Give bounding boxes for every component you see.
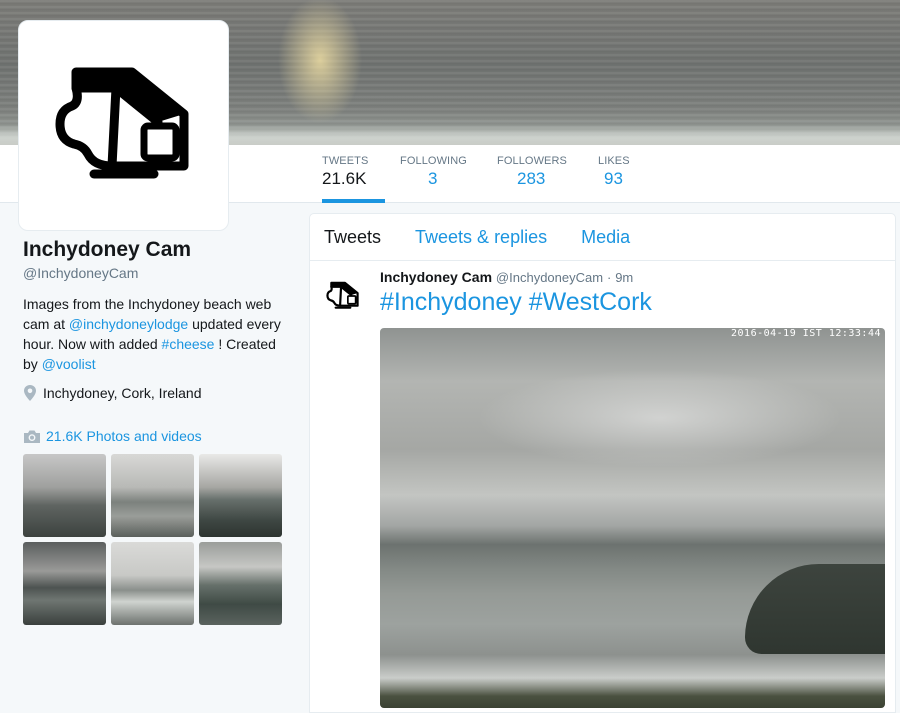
- stat-likes-value: 93: [604, 169, 623, 188]
- stat-likes[interactable]: LIKES 93: [598, 145, 638, 203]
- bio-mention-voolist[interactable]: @voolist: [42, 356, 96, 372]
- stat-followers[interactable]: FOLLOWERS 283: [497, 145, 571, 203]
- image-foreground-grass: [380, 678, 885, 708]
- profile-card: Inchydoney Cam @InchydoneyCam Images fro…: [23, 238, 285, 625]
- image-timestamp: 2016-04-19 IST 12:33:44: [731, 328, 881, 339]
- photo-thumbnail[interactable]: [23, 542, 106, 625]
- tweet-text: #Inchydoney #WestCork: [380, 287, 883, 317]
- profile-bio: Images from the Inchydoney beach web cam…: [23, 294, 285, 374]
- stat-following-label: FOLLOWING: [400, 155, 467, 167]
- tab-tweets[interactable]: Tweets: [324, 227, 381, 248]
- profile-handle[interactable]: @InchydoneyCam: [23, 265, 285, 281]
- tweet-separator: ·: [606, 270, 612, 285]
- stat-followers-label: FOLLOWERS: [497, 155, 567, 167]
- tweet-media-image[interactable]: 2016-04-19 IST 12:33:44: [380, 328, 885, 708]
- map-pin-icon: [24, 385, 36, 401]
- profile-location-text: Inchydoney, Cork, Ireland: [43, 385, 202, 401]
- stat-tweets-label: TWEETS: [322, 155, 369, 167]
- stat-following[interactable]: FOLLOWING 3: [400, 145, 472, 203]
- tweet-header: Inchydoney Cam @InchydoneyCam · 9m: [380, 269, 883, 285]
- stat-tweets[interactable]: TWEETS 21.6K: [322, 145, 385, 203]
- photo-thumbnail[interactable]: [111, 454, 194, 537]
- tab-media[interactable]: Media: [581, 227, 630, 248]
- stat-following-value: 3: [428, 169, 438, 188]
- photo-thumbnail-grid: [23, 454, 285, 625]
- tweet-author-handle[interactable]: @InchydoneyCam: [496, 270, 603, 285]
- bio-hashtag-cheese[interactable]: #cheese: [162, 336, 215, 352]
- hashtag-westcork[interactable]: #WestCork: [529, 288, 652, 316]
- profile-name[interactable]: Inchydoney Cam: [23, 238, 285, 262]
- timeline-tabs: Tweets Tweets & replies Media: [310, 214, 895, 261]
- tweet-author-name[interactable]: Inchydoney Cam: [380, 269, 492, 285]
- photos-and-videos-label: 21.6K Photos and videos: [46, 428, 202, 444]
- stat-followers-value: 283: [517, 169, 546, 188]
- stat-tweets-value: 21.6K: [322, 169, 367, 188]
- bio-mention-lodge[interactable]: @inchydoneylodge: [69, 316, 188, 332]
- photos-and-videos-link[interactable]: 21.6K Photos and videos: [23, 428, 285, 444]
- tweet-timestamp[interactable]: 9m: [615, 270, 633, 285]
- photo-thumbnail[interactable]: [23, 454, 106, 537]
- tweet[interactable]: Inchydoney Cam @InchydoneyCam · 9m #Inch…: [310, 261, 895, 708]
- photo-thumbnail[interactable]: [199, 454, 282, 537]
- photo-thumbnail[interactable]: [199, 542, 282, 625]
- webcam-logo-icon: [55, 67, 188, 178]
- tweet-avatar[interactable]: [326, 279, 360, 313]
- timeline: Tweets Tweets & replies Media Inchydoney…: [309, 213, 896, 713]
- image-headland: [745, 564, 885, 654]
- photo-thumbnail[interactable]: [111, 542, 194, 625]
- tab-tweets-and-replies[interactable]: Tweets & replies: [415, 227, 547, 248]
- hashtag-inchydoney[interactable]: #Inchydoney: [380, 288, 522, 316]
- profile-location: Inchydoney, Cork, Ireland: [23, 384, 285, 402]
- stat-likes-label: LIKES: [598, 155, 630, 167]
- camera-icon: [24, 430, 40, 443]
- profile-avatar[interactable]: [18, 20, 229, 231]
